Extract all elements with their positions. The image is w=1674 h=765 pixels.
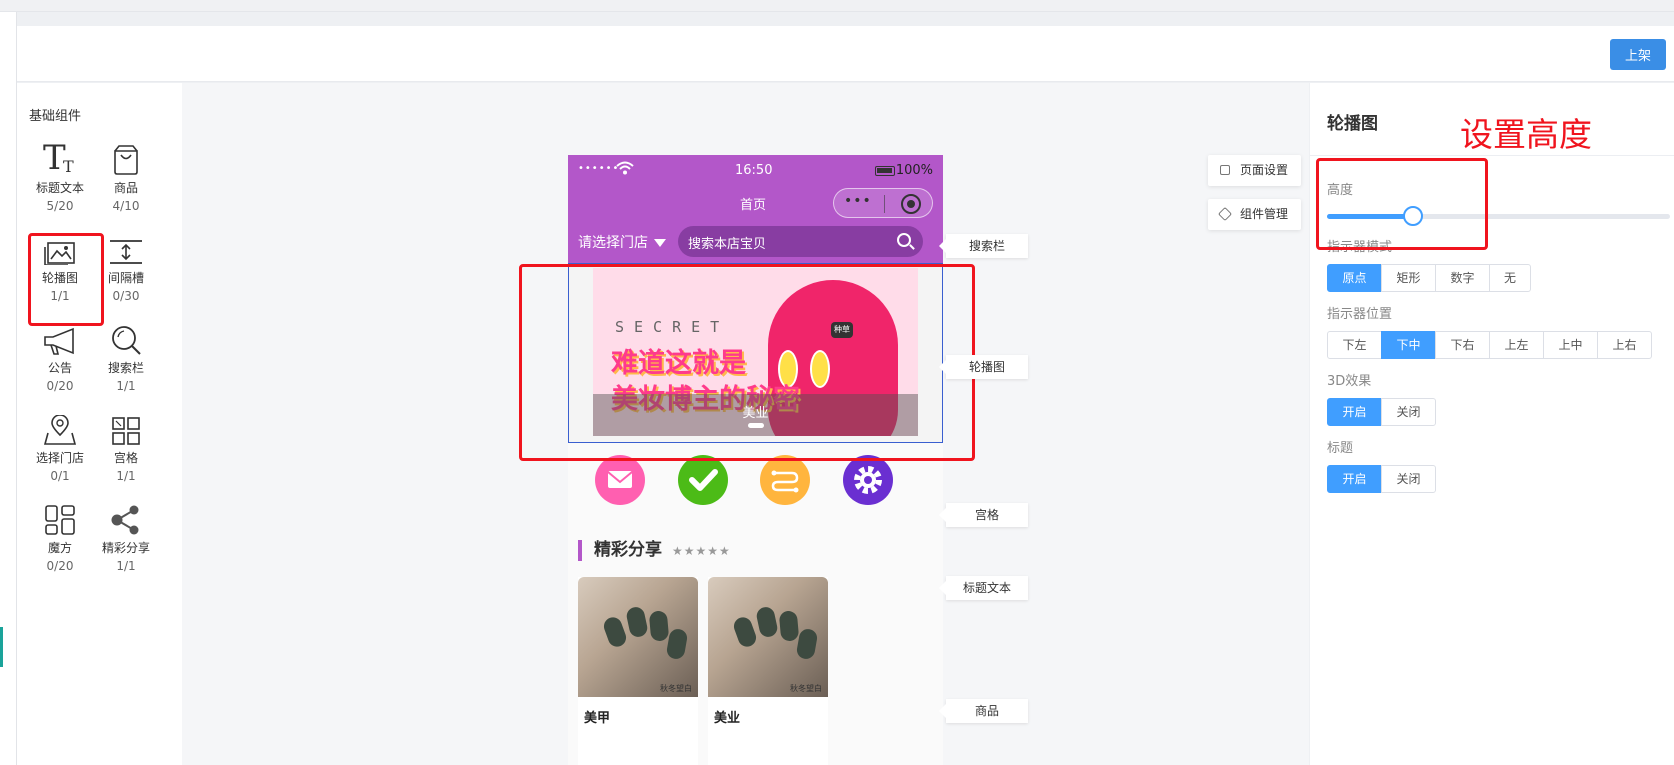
annotation-highlight-height [1316, 158, 1488, 250]
indicator-style-dot[interactable]: 原点 [1327, 264, 1382, 292]
side-tag-grid[interactable]: 宫格 [939, 503, 1028, 527]
indicator-style-group: 原点 矩形 数字 无 [1327, 264, 1531, 292]
title-text-icon: TT [25, 135, 95, 175]
component-goods[interactable]: 商品 4/10 [91, 135, 161, 213]
goods-image: 秋冬望白 [708, 577, 828, 697]
goods-name: 美甲 [584, 711, 611, 726]
goods-name: 美业 [714, 711, 741, 726]
top-strip [0, 0, 1674, 12]
phone-status-bar: •••••• 16:50 100% [568, 155, 943, 187]
side-tag-search[interactable]: 搜索栏 [939, 234, 1028, 258]
page-icon [1220, 165, 1230, 175]
side-tag-goods[interactable]: 商品 [939, 699, 1028, 723]
indicator-pos-bottom-center[interactable]: 下中 [1381, 331, 1436, 359]
phone-nav-bar: 首页 ••• [568, 187, 943, 219]
status-battery: 100% [874, 163, 933, 178]
indicator-style-rect[interactable]: 矩形 [1381, 264, 1436, 292]
side-tag-title-text[interactable]: 标题文本 [939, 576, 1028, 600]
component-manage-button[interactable]: 组件管理 [1208, 199, 1301, 230]
check-icon[interactable] [678, 455, 728, 505]
component-panel: 基础组件 TT 标题文本 5/20 商品 4/10 轮播图 1/1 间隔槽 0/… [17, 83, 182, 765]
gear-icon[interactable] [843, 455, 893, 505]
component-search-bar[interactable]: 搜索栏 1/1 [91, 315, 161, 393]
share-icon [91, 495, 161, 535]
mail-icon[interactable] [595, 455, 645, 505]
search-input[interactable]: 搜索本店宝贝 [678, 226, 923, 257]
annotation-text: 设置高度 [1460, 115, 1592, 154]
battery-icon [874, 165, 895, 176]
store-select[interactable]: 请选择门店 [578, 232, 666, 252]
effect3d-label: 3D效果 [1327, 374, 1372, 389]
nail-shape [665, 627, 689, 661]
annotation-highlight-carousel-preview [519, 264, 975, 461]
component-share[interactable]: 精彩分享 1/1 [91, 495, 161, 573]
nail-shape [625, 605, 649, 639]
search-icon [897, 233, 911, 247]
indicator-pos-top-right[interactable]: 上右 [1597, 331, 1652, 359]
component-notice[interactable]: 公告 0/20 [25, 315, 95, 393]
effect3d-on[interactable]: 开启 [1327, 398, 1382, 426]
nail-shape [731, 614, 759, 650]
indicator-style-number[interactable]: 数字 [1435, 264, 1490, 292]
page-settings-button[interactable]: 页面设置 [1208, 155, 1301, 186]
indicator-pos-top-left[interactable]: 上左 [1489, 331, 1544, 359]
component-select-store[interactable]: 选择门店 0/1 [25, 405, 95, 483]
effect3d-off[interactable]: 关闭 [1381, 398, 1436, 426]
goods-watermark: 秋冬望白 [790, 684, 822, 693]
goods-bag-icon [91, 135, 161, 175]
map-pin-icon [25, 405, 95, 445]
component-grid[interactable]: 宫格 1/1 [91, 405, 161, 483]
indicator-pos-bottom-left[interactable]: 下左 [1327, 331, 1382, 359]
indicator-style-none[interactable]: 无 [1489, 264, 1531, 292]
goods-image: 秋冬望白 [578, 577, 698, 697]
more-icon[interactable]: ••• [844, 193, 872, 209]
goods-watermark: 秋冬望白 [660, 684, 692, 693]
nav-title: 首页 [740, 198, 767, 213]
indicator-pos-label: 指示器位置 [1327, 307, 1393, 322]
route-icon[interactable] [760, 455, 810, 505]
close-target-icon[interactable] [901, 194, 921, 214]
indicator-pos-top-center[interactable]: 上中 [1543, 331, 1598, 359]
status-time: 16:50 [735, 163, 773, 178]
component-title-text[interactable]: TT 标题文本 5/20 [25, 135, 95, 213]
settings-title: 轮播图 [1327, 114, 1378, 134]
nail-shape [795, 627, 819, 661]
panel-title: 基础组件 [29, 109, 82, 124]
title-off[interactable]: 关闭 [1381, 465, 1436, 493]
header-bar: 上架 [17, 26, 1674, 82]
annotation-highlight-carousel-component [28, 233, 104, 326]
nail-shape [648, 610, 670, 642]
nail-shape [755, 605, 779, 639]
goods-card[interactable]: 秋冬望白 美业 [708, 577, 828, 765]
search-bar-block[interactable]: 请选择门店 搜索本店宝贝 [568, 219, 943, 264]
indicator-pos-bottom-right[interactable]: 下右 [1435, 331, 1490, 359]
grid-block[interactable] [568, 455, 943, 515]
title-on[interactable]: 开启 [1327, 465, 1382, 493]
title-toggle-label: 标题 [1327, 441, 1354, 456]
nail-shape [778, 610, 800, 642]
side-tag-carousel[interactable]: 轮播图 [939, 355, 1028, 379]
capsule-divider [884, 195, 885, 213]
cube-layout-icon [25, 495, 95, 535]
mini-program-capsule[interactable]: ••• [833, 188, 933, 218]
left-edge-accent [0, 627, 3, 667]
component-magic-cube[interactable]: 魔方 0/20 [25, 495, 95, 573]
section-title[interactable]: 精彩分享 ★★★★★ [578, 540, 731, 561]
publish-button[interactable]: 上架 [1610, 39, 1666, 70]
indicator-pos-group: 下左 下中 下右 上左 上中 上右 [1327, 331, 1652, 359]
goods-card[interactable]: 秋冬望白 美甲 [578, 577, 698, 765]
signal-dots: •••••• [578, 163, 620, 174]
left-edge [0, 12, 17, 765]
effect3d-group: 开启 关闭 [1327, 398, 1436, 426]
dropdown-triangle-icon [654, 239, 666, 247]
layers-icon [1217, 206, 1233, 222]
grid-icon [91, 405, 161, 445]
wifi-icon [616, 161, 634, 179]
title-toggle-group: 开启 关闭 [1327, 465, 1436, 493]
nail-shape [601, 614, 629, 650]
svg-text:T: T [63, 157, 74, 175]
rating-stars: ★★★★★ [672, 544, 731, 558]
